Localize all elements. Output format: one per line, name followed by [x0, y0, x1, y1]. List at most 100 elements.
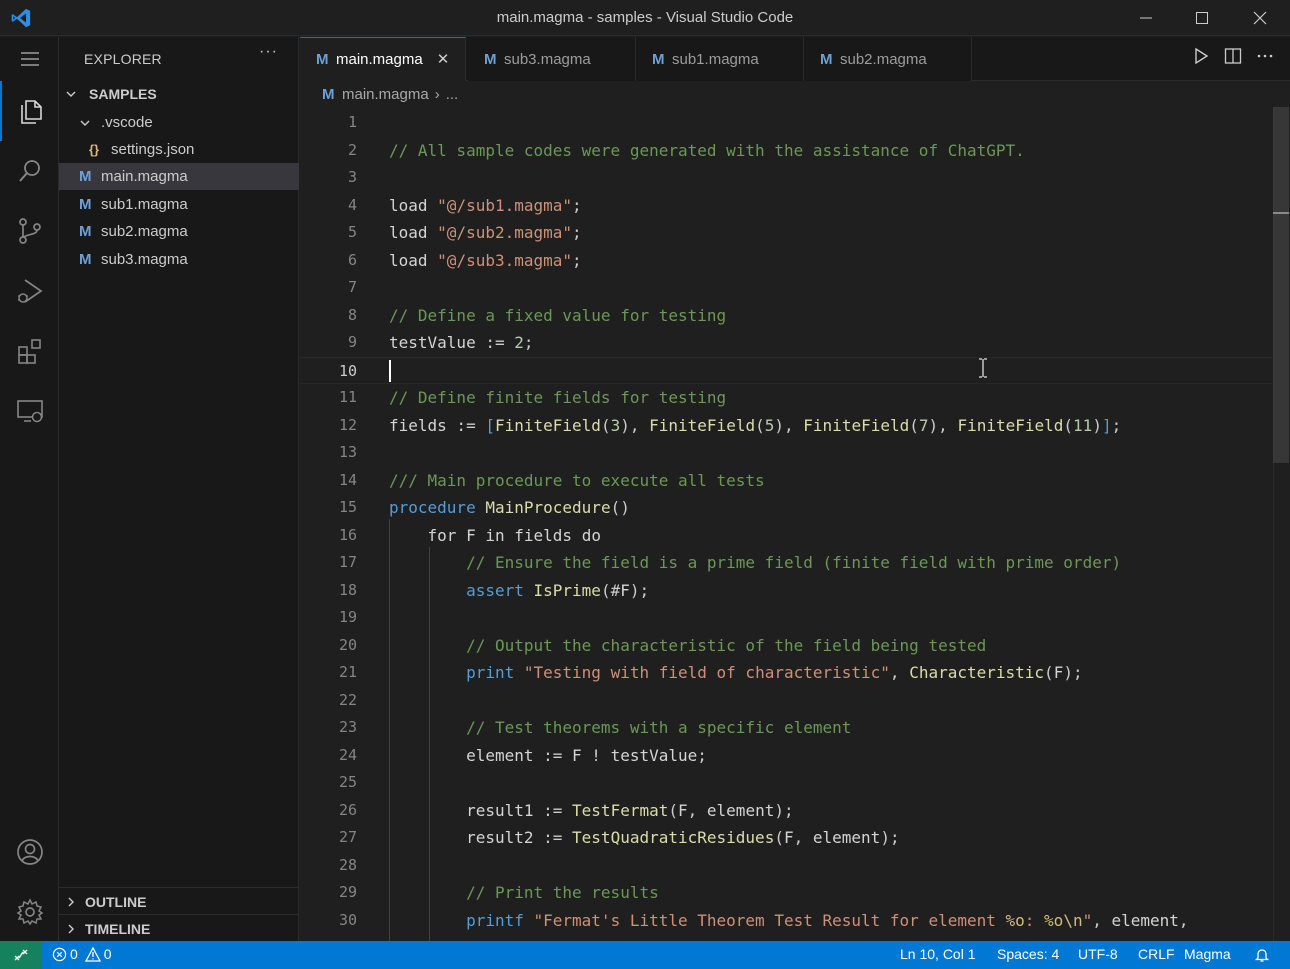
code-line[interactable]: 14 /// Main procedure to execute all test…	[300, 467, 1272, 495]
line-code: element := F ! testValue;	[466, 745, 707, 765]
code-line[interactable]: 30 printf "Fermat's Little Theorem Test …	[300, 907, 1272, 935]
code-line[interactable]: 3	[300, 164, 1272, 192]
timeline-section-header[interactable]: TIMELINE	[59, 914, 299, 942]
tab-sub1-magma[interactable]: M sub1.magma	[636, 37, 804, 81]
remote-indicator-button[interactable]	[0, 941, 42, 969]
tree-item-sub2-magma[interactable]: M sub2.magma	[59, 218, 299, 245]
explorer-more-actions-button[interactable]: ···	[259, 43, 278, 61]
code-line[interactable]: 8 // Define a fixed value for testing	[300, 302, 1272, 330]
line-number: 26	[338, 800, 357, 819]
tree-item-sub3-magma[interactable]: M sub3.magma	[59, 246, 299, 273]
line-number: 30	[338, 910, 357, 929]
folder-samples[interactable]: SAMPLES	[59, 80, 299, 107]
remote-explorer-activity-button[interactable]	[0, 381, 59, 441]
source-control-activity-button[interactable]	[0, 201, 59, 261]
code-line[interactable]: 13	[300, 439, 1272, 467]
breadcrumb-file[interactable]: main.magma	[342, 86, 429, 103]
line-number: 9	[347, 333, 357, 351]
code-line[interactable]: 22	[300, 687, 1272, 715]
maximize-button[interactable]	[1174, 0, 1230, 36]
line-number: 24	[338, 745, 357, 764]
close-tab-icon[interactable]: ✕	[437, 50, 450, 68]
source-control-icon	[18, 218, 41, 244]
code-line[interactable]: 18 assert IsPrime(#F);	[300, 577, 1272, 605]
code-line[interactable]: 19	[300, 604, 1272, 632]
code-line[interactable]: 15 procedure MainProcedure()	[300, 494, 1272, 522]
explorer-activity-button[interactable]	[0, 81, 59, 141]
line-code: // Ensure the field is a prime field (fi…	[466, 553, 1122, 572]
gear-icon	[16, 898, 43, 926]
line-number: 11	[338, 388, 357, 406]
code-line[interactable]: 29 // Print the results	[300, 879, 1272, 907]
code-line[interactable]: 10	[300, 356, 1272, 384]
magma-file-icon: M	[652, 50, 665, 68]
line-code: testValue := 2;	[389, 333, 534, 352]
error-icon	[52, 947, 67, 961]
code-line[interactable]: 2 // All sample codes were generated with…	[300, 137, 1272, 165]
notifications-button[interactable]	[1254, 947, 1270, 963]
tree-item-sub1-magma[interactable]: M sub1.magma	[59, 191, 299, 218]
tree-item-label: .vscode	[101, 114, 153, 131]
indentation-setting[interactable]: Spaces: 4	[997, 946, 1059, 962]
tree-item-main-magma[interactable]: M main.magma	[59, 163, 299, 190]
scrollbar-cursor-marker	[1273, 212, 1289, 214]
code-line[interactable]: 25	[300, 769, 1272, 797]
code-line[interactable]: 7	[300, 274, 1272, 302]
code-line[interactable]: 28	[300, 852, 1272, 880]
scrollbar-thumb[interactable]	[1273, 107, 1289, 463]
line-code: result2 := TestQuadraticResidues(F, elem…	[466, 828, 900, 847]
tab-label: sub1.magma	[672, 50, 759, 68]
tree-item-settings-json[interactable]: {} settings.json	[59, 136, 299, 163]
tab-sub3-magma[interactable]: M sub3.magma	[468, 37, 636, 81]
code-line[interactable]: 27 result2 := TestQuadraticResidues(F, e…	[300, 824, 1272, 852]
code-line[interactable]: 9 testValue := 2;	[300, 329, 1272, 357]
text-caret	[389, 359, 391, 382]
line-code: // Define a fixed value for testing	[389, 305, 727, 325]
search-activity-button[interactable]	[0, 141, 59, 201]
magma-file-icon: M	[79, 196, 92, 213]
run-file-button[interactable]	[1192, 47, 1210, 65]
line-number: 16	[338, 525, 357, 544]
line-code: // Test theorems with a specific element	[466, 718, 852, 737]
line-number: 14	[338, 470, 357, 489]
breadcrumb-symbols[interactable]: ...	[446, 86, 459, 103]
code-line[interactable]: 5 load "@/sub2.magma";	[300, 219, 1272, 247]
encoding-setting[interactable]: UTF-8	[1078, 946, 1118, 962]
minimize-button[interactable]	[1118, 0, 1174, 36]
play-icon	[1195, 47, 1209, 65]
code-line[interactable]: 21 print "Testing with field of characte…	[300, 659, 1272, 687]
extensions-activity-button[interactable]	[0, 321, 59, 381]
cursor-position[interactable]: Ln 10, Col 1	[900, 946, 976, 962]
code-line[interactable]: 11 // Define finite fields for testing	[300, 384, 1272, 412]
code-line[interactable]: 6 load "@/sub3.magma";	[300, 247, 1272, 275]
manage-button[interactable]	[0, 882, 59, 942]
eol-setting[interactable]: CRLF	[1138, 946, 1175, 962]
folder-samples-label: SAMPLES	[89, 85, 157, 102]
tab-main-magma[interactable]: M main.magma ✕	[300, 37, 466, 81]
outline-section-header[interactable]: OUTLINE	[59, 887, 299, 915]
language-mode[interactable]: Magma	[1184, 946, 1231, 962]
code-line[interactable]: 26 result1 := TestFermat(F, element);	[300, 797, 1272, 825]
code-line[interactable]: 4 load "@/sub1.magma";	[300, 192, 1272, 220]
accounts-button[interactable]	[0, 822, 59, 882]
tab-sub2-magma[interactable]: M sub2.magma	[804, 37, 972, 81]
close-window-button[interactable]	[1232, 0, 1288, 36]
code-editor[interactable]: 1 2// All sample codes were generated wit…	[300, 107, 1290, 941]
code-line[interactable]: 20 // Output the characteristic of the f…	[300, 632, 1272, 660]
code-line[interactable]: 1	[300, 109, 1272, 137]
code-line[interactable]: 17 // Ensure the field is a prime field …	[300, 549, 1272, 577]
problems-indicator[interactable]: 0 0	[52, 946, 112, 962]
line-number: 1	[347, 113, 357, 131]
tree-item-vscode[interactable]: .vscode	[59, 109, 299, 136]
more-actions-button[interactable]	[1256, 47, 1274, 65]
run-debug-activity-button[interactable]	[0, 261, 59, 321]
code-line[interactable]: 24 element := F ! testValue;	[300, 742, 1272, 770]
menu-button[interactable]	[0, 37, 59, 81]
code-line[interactable]: 12 fields := [FiniteField(3), FiniteField…	[300, 412, 1272, 440]
line-code: result1 := TestFermat(F, element);	[466, 800, 794, 820]
code-line[interactable]: 16 for F in fields do	[300, 522, 1272, 550]
line-number: 10	[338, 361, 357, 380]
split-editor-button[interactable]	[1224, 47, 1242, 65]
code-line[interactable]: 23 // Test theorems with a specific elem…	[300, 714, 1272, 742]
line-code: // Output the characteristic of the fiel…	[466, 635, 987, 655]
